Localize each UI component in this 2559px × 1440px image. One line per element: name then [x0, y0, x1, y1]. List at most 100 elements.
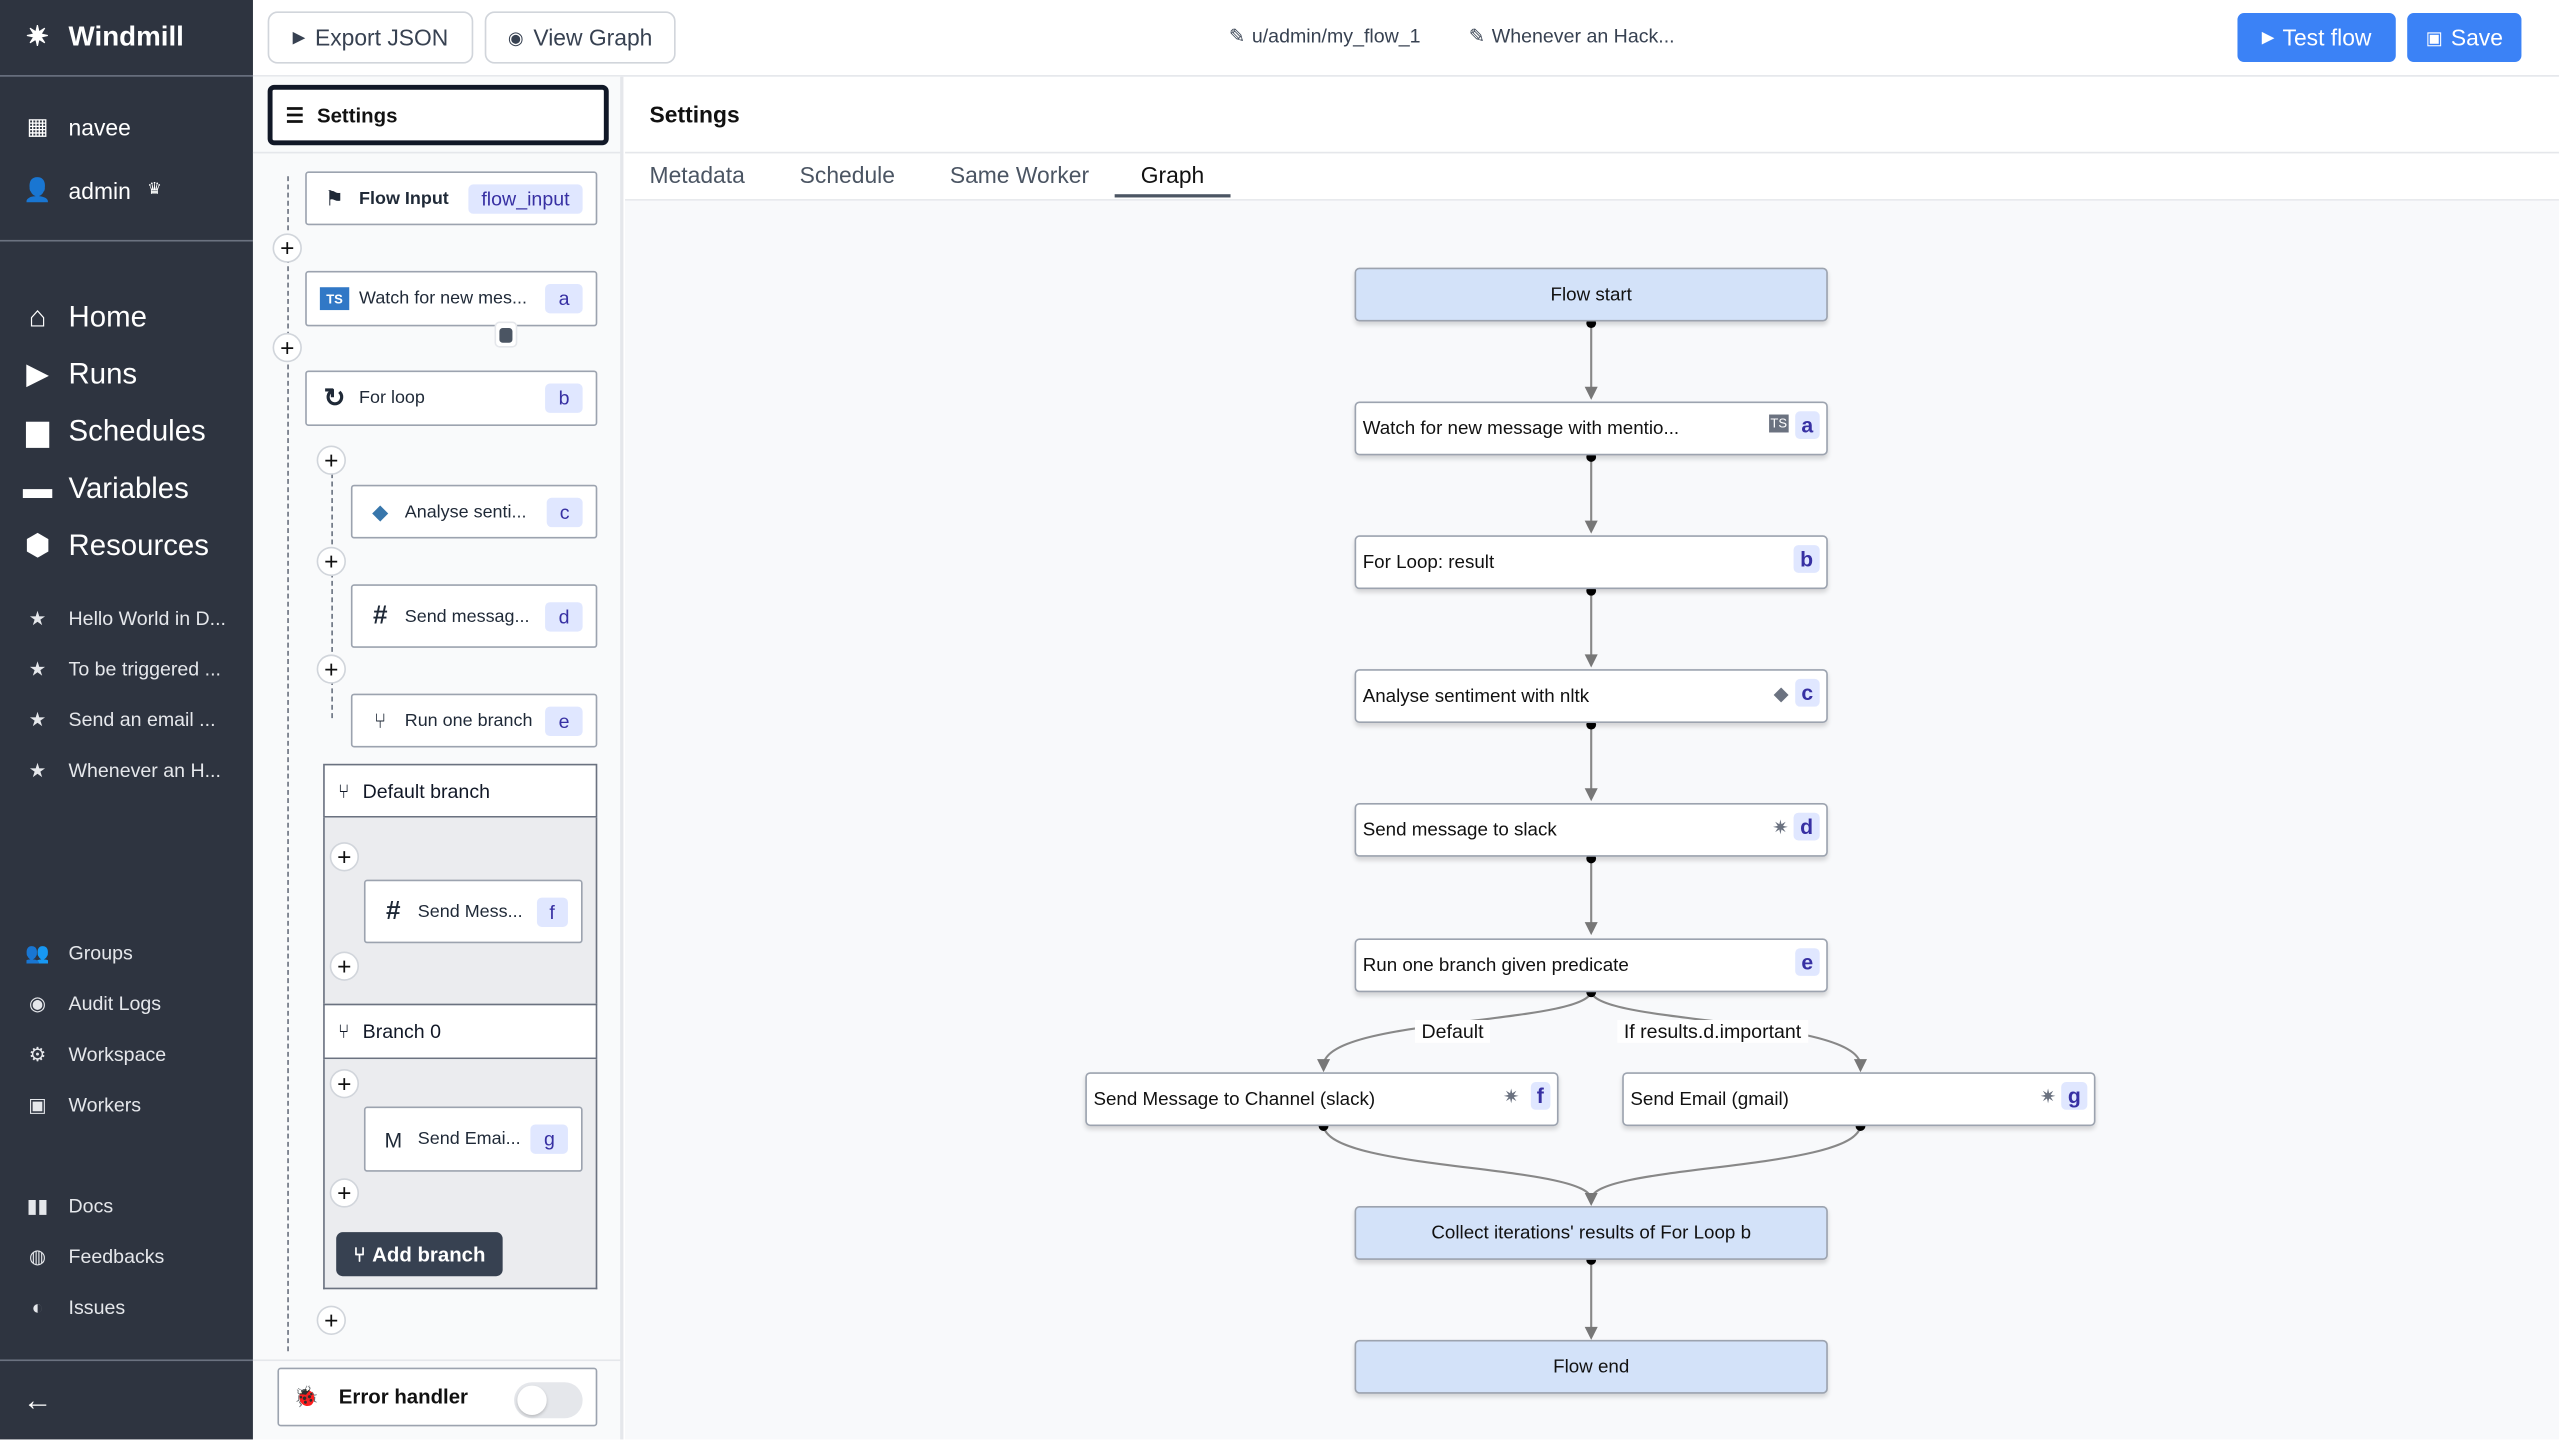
collapse-sidebar-button[interactable]: ←: [23, 1384, 52, 1418]
add-step-button[interactable]: +: [329, 842, 360, 872]
sidebar: ✷ Windmill ▦ navee 👤 admin ♛ ⌂ Home ▶ Runs ▆ Sc…: [0, 0, 253, 1440]
workspace-menu[interactable]: ▦ navee: [23, 113, 131, 141]
slack-icon: #: [372, 601, 388, 630]
settings-button[interactable]: ☰ Settings: [267, 84, 609, 146]
add-step-button[interactable]: +: [272, 332, 302, 363]
favorite-item[interactable]: ★ To be triggered ...: [23, 658, 221, 681]
loop-icon: ↻: [323, 385, 346, 413]
error-handler-row: 🐞 Error handler: [277, 1367, 598, 1427]
add-step-button[interactable]: +: [329, 1178, 360, 1208]
nav-feedbacks[interactable]: ◍ Feedbacks: [23, 1245, 164, 1268]
nav-audit-logs[interactable]: ◉ Audit Logs: [23, 992, 161, 1015]
branch-icon: ⑂: [373, 708, 387, 733]
nav-runs[interactable]: ▶ Runs: [23, 357, 137, 391]
graph-node-c[interactable]: Analyse sentiment with nltk ◆ c: [1354, 669, 1828, 723]
building-icon: ▦: [26, 112, 49, 139]
panel-title: Settings: [649, 101, 740, 128]
tab-same-worker[interactable]: Same Worker: [950, 162, 1089, 188]
nav-home[interactable]: ⌂ Home: [23, 300, 147, 334]
test-flow-button[interactable]: ▶ Test flow: [2237, 13, 2396, 63]
calendar-icon: ▆: [26, 414, 49, 448]
python-icon: ◆: [1773, 682, 1789, 706]
add-step-button[interactable]: +: [316, 654, 346, 684]
branch-icon: ⑂: [337, 779, 350, 803]
edge: [1590, 1124, 1862, 1200]
tab-graph[interactable]: Graph: [1141, 162, 1205, 188]
flow-input-module[interactable]: ⚑ Flow Input flow_input: [305, 171, 598, 226]
graph-node-f[interactable]: Send Message to Channel (slack) ✷ f: [1085, 1072, 1559, 1127]
bug-icon: 🐞: [293, 1384, 320, 1408]
error-handler-toggle[interactable]: [514, 1382, 583, 1419]
typescript-icon: TS: [319, 287, 350, 311]
nav-resources[interactable]: ⬢ Resources: [23, 529, 209, 563]
module-handle[interactable]: [494, 321, 518, 348]
graph-node-a[interactable]: Watch for new message with mentio... TS a: [1354, 401, 1828, 456]
star-icon: ★: [28, 758, 47, 782]
branch-0-header[interactable]: ⑂ Branch 0: [323, 1003, 598, 1060]
slack-icon: #: [386, 896, 401, 925]
home-icon: ⌂: [28, 300, 47, 333]
module-a[interactable]: TS Watch for new mes... a: [305, 270, 598, 327]
branch-icon: ⑂: [337, 1020, 350, 1043]
export-json-button[interactable]: ▶ Export JSON: [267, 11, 474, 64]
pencil-icon: ✎: [1468, 24, 1486, 48]
users-cog-icon: 👥: [25, 941, 50, 965]
add-step-button[interactable]: +: [329, 951, 360, 981]
sliders-icon: ☰: [285, 104, 304, 128]
python-icon: ◆: [372, 498, 389, 524]
module-b[interactable]: ↻ For loop b: [305, 370, 598, 426]
play-icon: ▶: [2261, 28, 2275, 47]
add-step-button[interactable]: +: [316, 1305, 346, 1335]
github-icon: ◐: [31, 1295, 44, 1319]
add-step-button[interactable]: +: [316, 445, 346, 475]
default-branch-header[interactable]: ⑂ Default branch: [323, 763, 598, 818]
graph-node-g[interactable]: Send Email (gmail) ✷ g: [1622, 1072, 2096, 1127]
tab-metadata[interactable]: Metadata: [650, 162, 745, 188]
nav-workspace[interactable]: ⚙ Workspace: [23, 1043, 166, 1066]
module-f[interactable]: # Send Mess... f: [363, 879, 583, 944]
nav-issues[interactable]: ◐ Issues: [23, 1295, 126, 1319]
add-branch-button[interactable]: ⑂ Add branch: [336, 1232, 503, 1277]
windmill-icon: ✷: [2039, 1085, 2057, 1109]
tab-schedule[interactable]: Schedule: [800, 162, 895, 188]
graph-node-collect[interactable]: Collect iterations' results of For Loop …: [1354, 1206, 1828, 1260]
crown-icon: ♛: [147, 181, 162, 200]
graph-node-flow-end[interactable]: Flow end: [1354, 1339, 1828, 1394]
nav-workers[interactable]: ▣ Workers: [23, 1093, 141, 1116]
flow-summary-edit[interactable]: ✎ Whenever an Hack...: [1469, 24, 1675, 47]
nav-schedules[interactable]: ▆ Schedules: [23, 414, 205, 449]
user-menu[interactable]: 👤 admin ♛: [23, 176, 162, 204]
eye-icon: ◉: [28, 992, 47, 1016]
nav-variables[interactable]: ▬ Variables: [23, 472, 189, 506]
module-g[interactable]: M Send Emai... g: [363, 1106, 583, 1172]
nav-groups[interactable]: 👥 Groups: [23, 941, 132, 965]
add-step-button[interactable]: +: [316, 546, 346, 577]
flow-graph-canvas[interactable]: Default If results.d.important Flow star…: [625, 200, 2559, 1440]
wallet-icon: ▬: [22, 471, 53, 505]
module-d[interactable]: # Send messag... d: [350, 584, 598, 648]
save-button[interactable]: ▣ Save: [2407, 13, 2522, 63]
graph-node-flow-start[interactable]: Flow start: [1354, 267, 1828, 322]
graph-node-e[interactable]: Run one branch given predicate e: [1354, 938, 1828, 993]
gmail-icon: M: [384, 1126, 403, 1152]
flag-checkered-icon: ⚑: [325, 185, 345, 210]
edge-label-default: Default: [1414, 1020, 1491, 1043]
module-c[interactable]: ◆ Analyse senti... c: [350, 484, 598, 539]
star-icon: ★: [28, 607, 47, 630]
add-step-button[interactable]: +: [272, 233, 302, 263]
graph-node-d[interactable]: Send message to slack ✷ d: [1354, 802, 1828, 857]
favorite-item[interactable]: ★ Send an email ...: [23, 708, 216, 731]
flow-path-edit[interactable]: ✎ u/admin/my_flow_1: [1229, 24, 1421, 47]
graph-node-b[interactable]: For Loop: result b: [1354, 535, 1828, 590]
view-graph-button[interactable]: ◉ View Graph: [484, 11, 676, 64]
windmill-icon: ✷: [1772, 816, 1789, 839]
module-e[interactable]: ⑂ Run one branch e: [350, 693, 598, 748]
edge-label-condition: If results.d.important: [1617, 1020, 1808, 1043]
file-export-icon: ▶: [292, 28, 306, 47]
add-step-button[interactable]: +: [329, 1068, 360, 1099]
favorite-item[interactable]: ★ Hello World in D...: [23, 607, 226, 630]
book-icon: ▮▮: [26, 1194, 49, 1218]
nav-docs[interactable]: ▮▮ Docs: [23, 1195, 113, 1218]
favorite-item[interactable]: ★ Whenever an H...: [23, 759, 221, 782]
windmill-logo[interactable]: ✷ Windmill: [23, 21, 184, 54]
